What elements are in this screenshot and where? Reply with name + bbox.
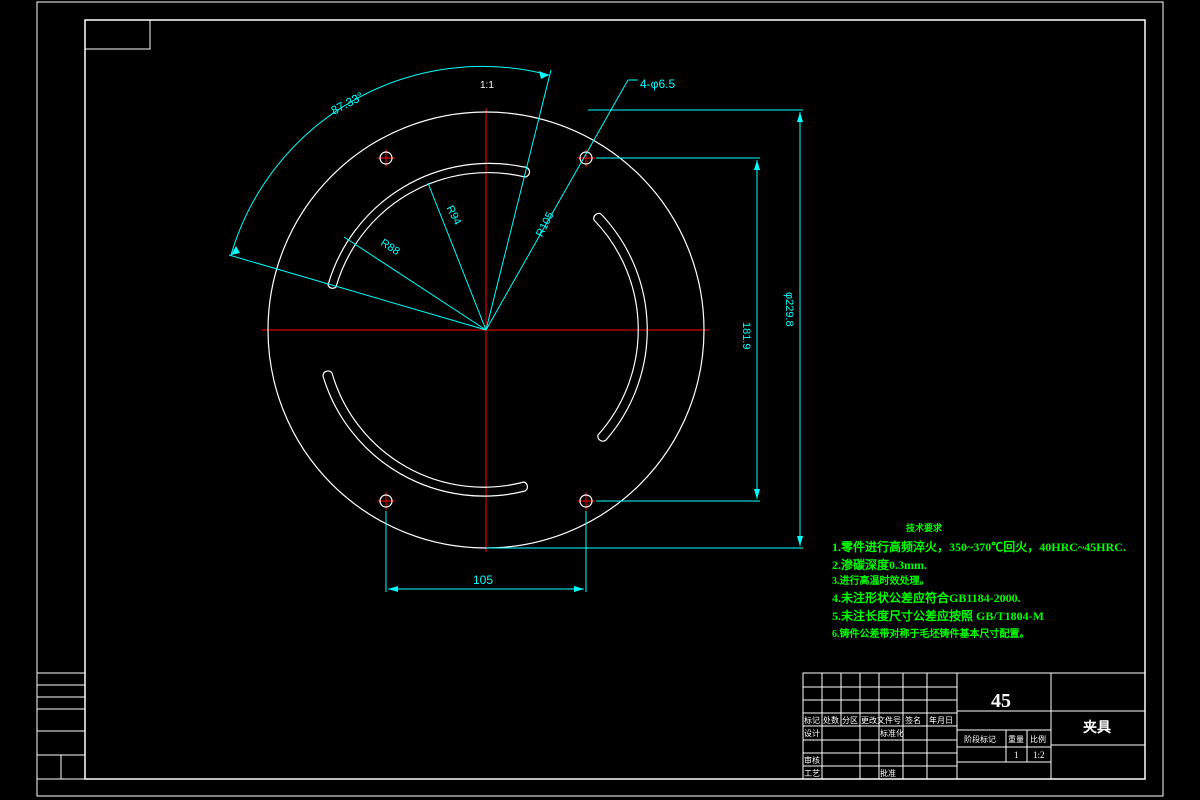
radius-r88: R88 bbox=[378, 237, 401, 258]
radius-leader-r88 bbox=[343, 236, 487, 331]
approve-label: 批准 bbox=[880, 768, 896, 778]
header-mark: 标记 bbox=[804, 715, 820, 725]
angle-dimension: 87.33° bbox=[329, 89, 367, 118]
stage-mark-label: 阶段标记 bbox=[964, 734, 996, 744]
design-label: 设计 bbox=[804, 728, 820, 738]
note-1: 1.零件进行高频淬火，350~370℃回火，40HRC~45HRC. bbox=[832, 539, 1126, 554]
arc-slot-right bbox=[593, 212, 648, 442]
outer-border bbox=[36, 1, 1164, 797]
scale-label: 1:1 bbox=[480, 80, 494, 91]
note-4: 4.未注形状公差应符合GB1184-2000. bbox=[832, 590, 1021, 605]
standardize-label: 标准化 bbox=[880, 728, 904, 738]
inner-frame bbox=[84, 19, 1146, 780]
cad-drawing: 87.33° 1:1 4-φ6.5 R94 R88 R105 181.9 φ22… bbox=[36, 1, 1164, 797]
header-count: 处数 bbox=[823, 715, 839, 725]
review-label: 审核 bbox=[804, 755, 820, 765]
process-label: 工艺 bbox=[804, 769, 820, 778]
radius-r105: R105 bbox=[534, 210, 557, 239]
note-5: 5.未注长度尺寸公差应按照 GB/T1804-M bbox=[832, 608, 1044, 623]
notes-heading: 技术要求 bbox=[906, 522, 943, 533]
quantity-value: 1 bbox=[1014, 750, 1019, 760]
note-3: 3.进行高温时效处理。 bbox=[832, 574, 930, 587]
vertical-dimension: 181.9 bbox=[740, 322, 752, 350]
part-name: 夹具 bbox=[1083, 719, 1111, 736]
holes-dimension: 4-φ6.5 bbox=[640, 77, 675, 91]
note-6: 6.铸件公差带对称于毛坯铸件基本尺寸配置。 bbox=[832, 627, 1030, 640]
header-zone: 分区 bbox=[842, 716, 858, 725]
horizontal-dimension: 105 bbox=[473, 573, 493, 587]
corner-label-box bbox=[84, 19, 151, 50]
arc-slot-top bbox=[327, 162, 531, 289]
angle-arc bbox=[230, 65, 550, 256]
radius-r94: R94 bbox=[444, 204, 464, 227]
diameter-dimension: φ229.8 bbox=[783, 292, 795, 327]
left-margin-table bbox=[36, 672, 86, 780]
scale-text-label: 比例 bbox=[1030, 734, 1046, 744]
note-2: 2.渗碳深度0.3mm. bbox=[832, 557, 927, 572]
header-date: 年月日 bbox=[929, 715, 953, 725]
header-signature: 签名 bbox=[905, 715, 921, 725]
dimension-lines bbox=[228, 65, 803, 592]
radius-leader-r94 bbox=[427, 182, 487, 331]
dimension-texts: 87.33° 1:1 4-φ6.5 R94 R88 R105 181.9 φ22… bbox=[329, 77, 795, 587]
material-label: 45 bbox=[991, 690, 1011, 712]
header-change-doc: 更改文件号 bbox=[861, 715, 901, 725]
weight-label: 重量 bbox=[1008, 734, 1024, 744]
arrowheads bbox=[231, 71, 803, 592]
radius-leader-r105 bbox=[485, 79, 629, 331]
technical-notes: 技术要求 1.零件进行高频淬火，350~370℃回火，40HRC~45HRC. … bbox=[832, 522, 1126, 640]
arc-slot-bottom bbox=[322, 370, 528, 497]
scale-value: 1:2 bbox=[1033, 750, 1045, 760]
